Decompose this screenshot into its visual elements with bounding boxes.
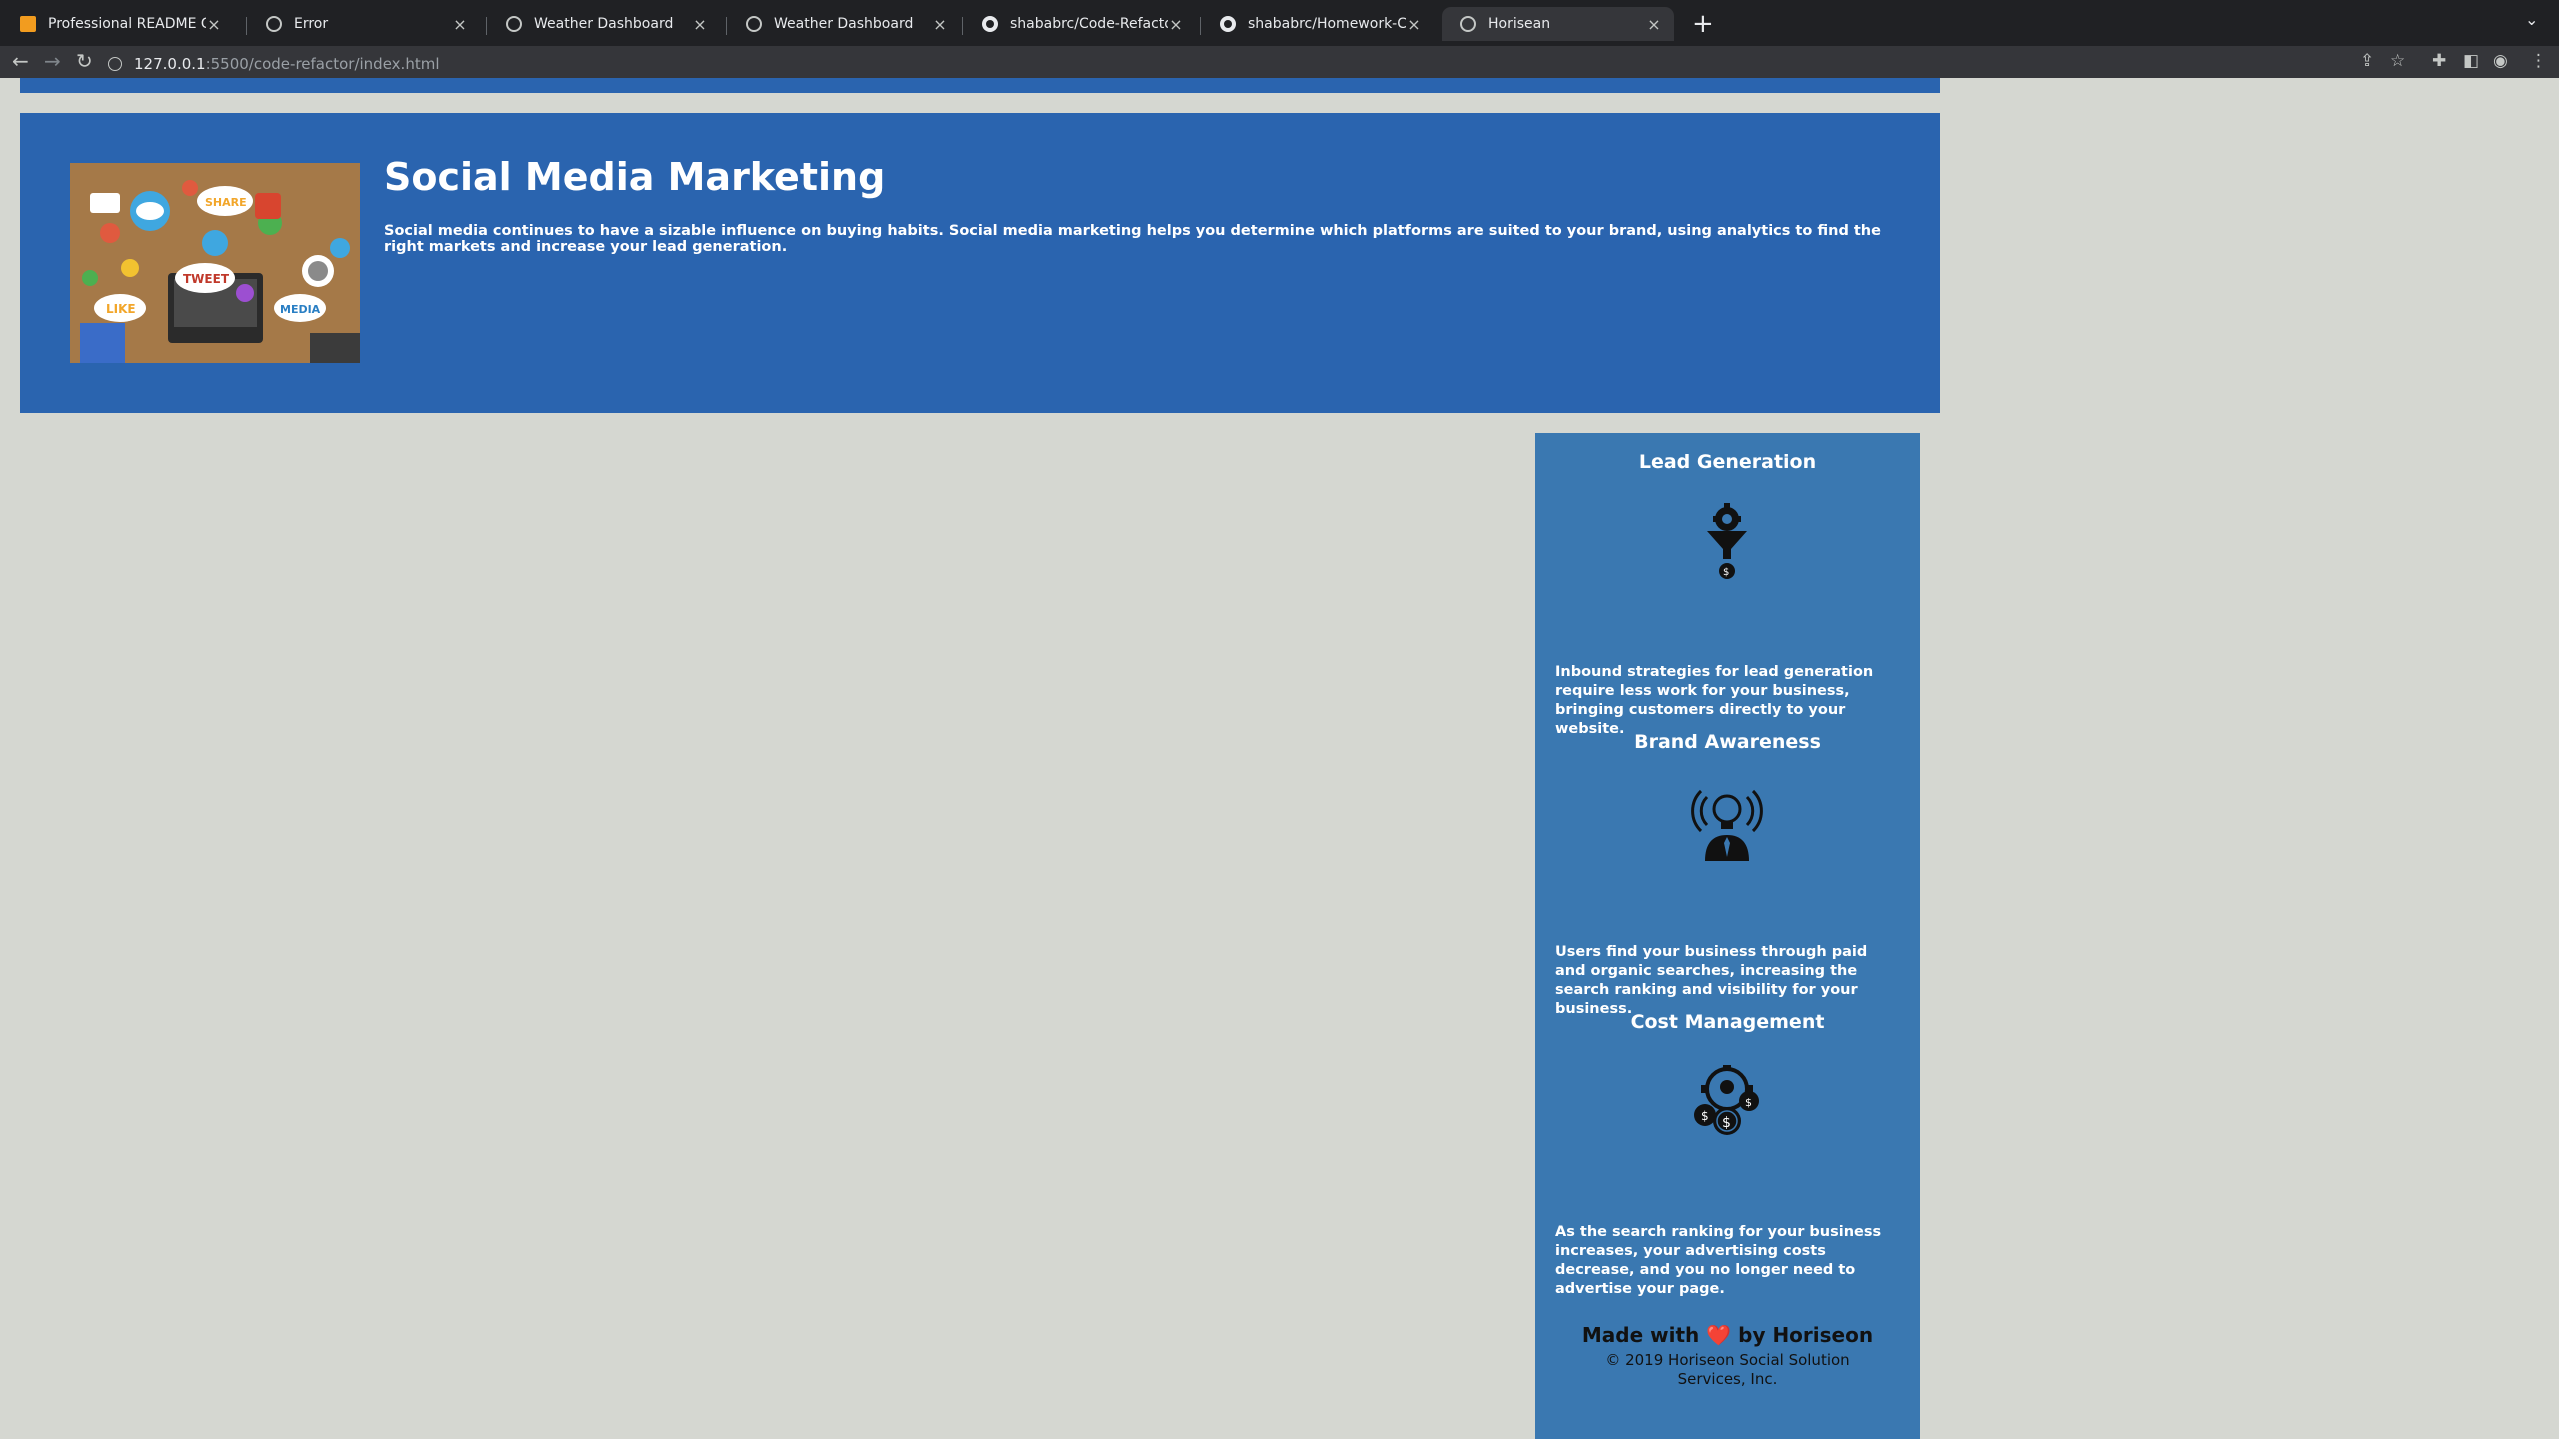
tab-divider [486, 17, 487, 35]
profile-avatar-icon[interactable]: ◉ [2493, 50, 2508, 72]
benefit-brand-awareness: Brand Awareness Users find your business… [1535, 731, 1920, 1017]
tab-title: Error [294, 16, 329, 32]
svg-text:$: $ [1745, 1096, 1752, 1109]
heart-icon: ❤️ [1706, 1323, 1732, 1347]
extensions-puzzle-icon[interactable]: ✚ [2432, 50, 2446, 72]
image-tweet-label: TWEET [183, 272, 230, 286]
browser-tab-active[interactable]: Horisean × [1442, 7, 1674, 41]
browser-tab[interactable]: Professional README Guide | T × [2, 7, 234, 41]
funnel-gear-icon: $ [1707, 503, 1747, 579]
social-media-marketing-section: SHARE TWEET LIKE MEDIA Social Media Mark… [20, 113, 1940, 413]
close-icon[interactable]: × [452, 15, 468, 34]
benefit-title: Brand Awareness [1634, 731, 1821, 753]
image-like-label: LIKE [106, 302, 136, 316]
browser-tab[interactable]: shababrc/Homework-Challeng × [1202, 7, 1434, 41]
section-title: Social Media Marketing [384, 155, 886, 199]
benefit-lead-generation: Lead Generation $ Inbound strategies for… [1535, 451, 1920, 737]
header-bar-edge [20, 78, 1940, 93]
github-icon [1220, 16, 1236, 32]
close-icon[interactable]: × [206, 15, 222, 34]
benefits-sidebar: Lead Generation $ Inbound strategies for… [1535, 433, 1920, 1439]
svg-text:$: $ [1723, 567, 1729, 578]
footer-copyright: © 2019 Horiseon Social Solution Services… [1605, 1351, 1850, 1388]
reload-icon[interactable]: ↻ [76, 48, 93, 74]
close-icon[interactable]: × [932, 15, 948, 34]
footer-made-with: Made with ❤️ by Horiseon [1535, 1323, 1920, 1347]
image-share-label: SHARE [205, 196, 247, 209]
tab-search-chevron-icon[interactable]: ⌄ [2525, 10, 2538, 29]
globe-icon [506, 16, 522, 32]
tab-title: shababrc/Code-Refactor: Our I [1010, 16, 1168, 32]
address-bar[interactable]: 127.0.0.1:5500/code-refactor/index.html [108, 50, 2368, 78]
benefit-cost-management: Cost Management $ $ $ As the search rank… [1535, 1011, 1920, 1297]
globe-icon [1460, 16, 1476, 32]
globe-icon [746, 16, 762, 32]
back-arrow-icon[interactable]: ← [12, 48, 29, 74]
benefit-text: As the search ranking for your business … [1555, 1224, 1882, 1297]
benefit-text: Inbound strategies for lead generation r… [1555, 664, 1874, 737]
forward-arrow-icon[interactable]: → [44, 48, 61, 74]
orange-square-icon [20, 16, 36, 32]
side-panel-icon[interactable]: ◧ [2463, 50, 2479, 72]
svg-text:$: $ [1701, 1109, 1709, 1123]
social-media-image: SHARE TWEET LIKE MEDIA [70, 163, 360, 363]
url-host: 127.0.0.1 [134, 55, 206, 73]
tab-title: Weather Dashboard [774, 16, 914, 32]
tab-divider [1200, 17, 1201, 35]
tab-title: Horisean [1488, 16, 1551, 32]
browser-tab[interactable]: Weather Dashboard × [728, 7, 960, 41]
footer-made-prefix: Made with [1581, 1323, 1700, 1347]
image-media-label: MEDIA [280, 303, 321, 316]
tab-divider [962, 17, 963, 35]
close-icon[interactable]: × [1406, 15, 1422, 34]
tab-title: Professional README Guide | T [48, 16, 206, 32]
menu-kebab-icon[interactable]: ⋮ [2530, 50, 2547, 72]
tab-divider [726, 17, 727, 35]
github-icon [982, 16, 998, 32]
close-icon[interactable]: × [1646, 15, 1662, 34]
benefit-title: Lead Generation [1638, 451, 1817, 473]
lightbulb-person-icon [1691, 789, 1763, 861]
svg-text:$: $ [1722, 1115, 1731, 1131]
bookmark-star-icon[interactable]: ☆ [2390, 50, 2405, 72]
globe-icon [266, 16, 282, 32]
benefit-text: Users find your business through paid an… [1555, 944, 1868, 1017]
footer-made-suffix: by Horiseon [1738, 1323, 1874, 1347]
gear-coins-icon: $ $ $ [1694, 1065, 1759, 1135]
browser-tab[interactable]: Weather Dashboard × [488, 7, 720, 41]
section-description: Social media continues to have a sizable… [384, 223, 1881, 255]
close-icon[interactable]: × [692, 15, 708, 34]
new-tab-button[interactable]: + [1692, 8, 1714, 40]
tab-title: Weather Dashboard [534, 16, 674, 32]
site-info-icon[interactable] [108, 57, 122, 71]
browser-tab[interactable]: Error × [248, 7, 480, 41]
tab-title: shababrc/Homework-Challeng [1248, 16, 1406, 32]
share-icon[interactable]: ⇪ [2360, 50, 2374, 72]
close-icon[interactable]: × [1168, 15, 1184, 34]
benefit-title: Cost Management [1630, 1011, 1825, 1033]
url-path: :5500/code-refactor/index.html [205, 55, 440, 73]
browser-tab[interactable]: shababrc/Code-Refactor: Our I × [964, 7, 1196, 41]
browser-tab-strip: Professional README Guide | T × Error × … [0, 0, 2559, 46]
tab-divider [246, 17, 247, 35]
